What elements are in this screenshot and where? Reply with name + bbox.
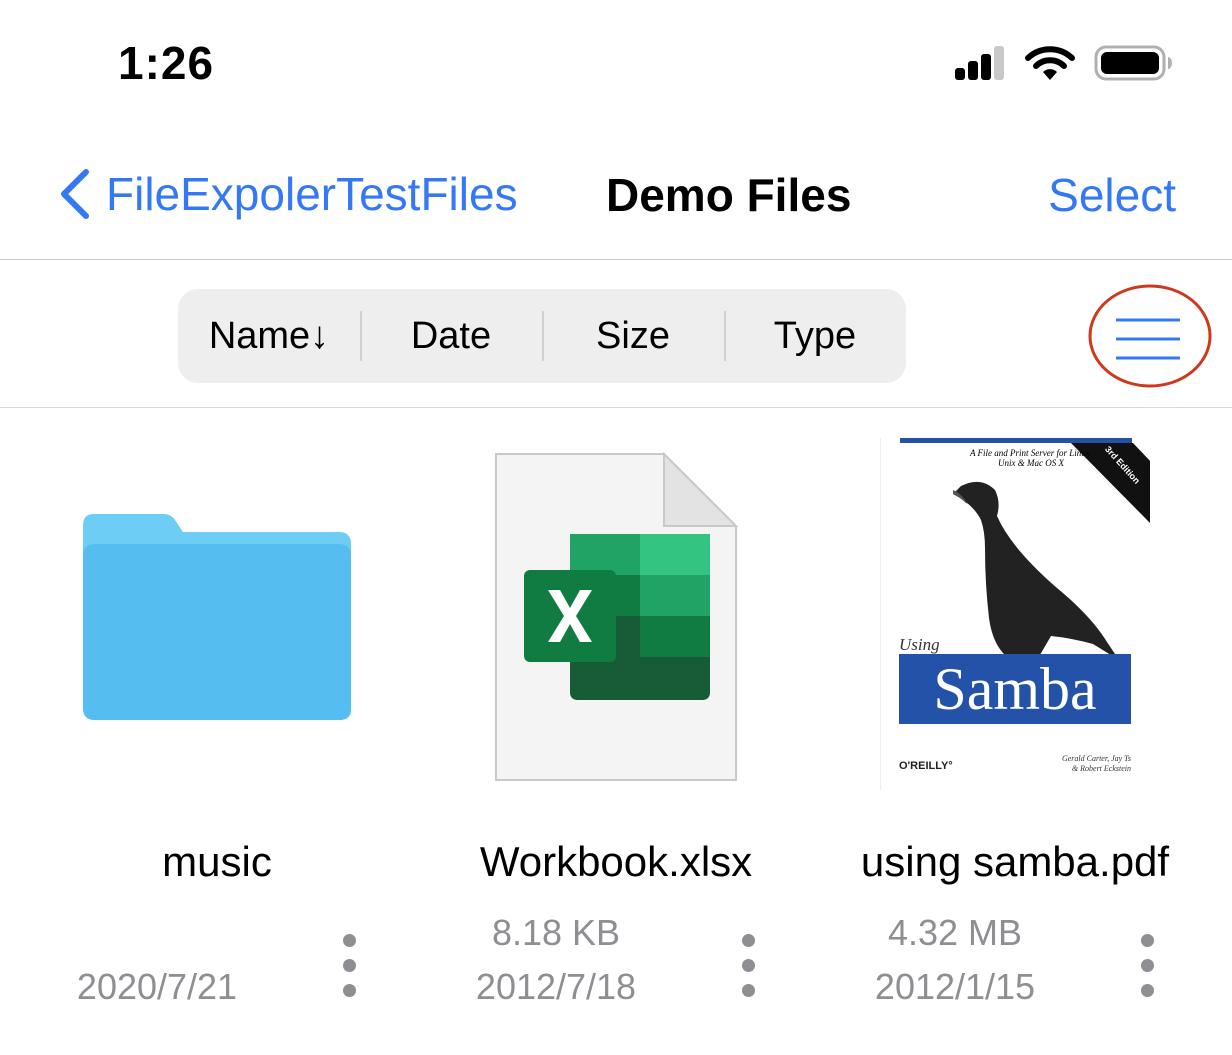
bird-illustration (953, 443, 1150, 718)
battery-icon (1094, 45, 1172, 81)
back-button-label: FileExpolerTestFiles (106, 168, 518, 220)
pdf-thumbnail: A File and Print Server for Linux, Unix … (880, 438, 1150, 790)
publisher-logo: O'REILLY° (899, 760, 953, 772)
sort-by-date[interactable]: Date (360, 289, 542, 383)
more-options-button[interactable] (329, 932, 369, 1004)
wifi-icon (1025, 46, 1075, 80)
file-item-workbook[interactable]: Workbook.xlsx 8.18 KB 2012/7/18 (416, 430, 816, 1030)
file-size: 8.18 KB (491, 912, 621, 953)
sort-segmented-control: Name↓ Date Size Type (178, 289, 906, 383)
sort-by-size[interactable]: Size (542, 289, 724, 383)
cover-title: Samba (899, 654, 1131, 724)
file-item-using-samba[interactable]: A File and Print Server for Linux, Unix … (815, 430, 1215, 1030)
excel-file-icon (495, 452, 738, 781)
cover-authors: Gerald Carter, Jay Ts & Robert Eckstein (1061, 754, 1131, 773)
file-name: using samba.pdf (860, 838, 1170, 885)
more-options-button[interactable] (728, 932, 768, 1004)
file-date: 2020/7/21 (76, 966, 238, 1007)
select-button[interactable]: Select (1048, 168, 1176, 222)
list-view-icon[interactable] (1088, 284, 1212, 388)
file-date: 2012/7/18 (475, 966, 637, 1007)
file-item-music[interactable]: music 2020/7/21 (17, 430, 417, 1030)
sort-toolbar: Name↓ Date Size Type (0, 260, 1232, 408)
cellular-signal-icon (955, 46, 1004, 80)
chevron-left-icon (61, 169, 89, 219)
sort-by-type[interactable]: Type (724, 289, 906, 383)
cover-using-label: Using (899, 635, 940, 654)
status-bar: 1:26 (0, 0, 1232, 120)
folder-icon (83, 514, 351, 720)
file-size: 4.32 MB (887, 912, 1023, 953)
status-time: 1:26 (118, 37, 215, 89)
sort-by-name[interactable]: Name↓ (178, 289, 360, 383)
page-title: Demo Files (606, 169, 852, 221)
file-date: 2012/1/15 (874, 966, 1036, 1007)
navigation-bar: FileExpolerTestFiles Demo Files Select (0, 150, 1232, 260)
cover-subtitle: A File and Print Server for Linux, Unix … (969, 448, 1093, 468)
file-name: Workbook.xlsx (479, 838, 753, 885)
more-options-button[interactable] (1127, 932, 1167, 1004)
back-button[interactable]: FileExpolerTestFiles (56, 164, 518, 224)
file-name: music (162, 838, 272, 885)
